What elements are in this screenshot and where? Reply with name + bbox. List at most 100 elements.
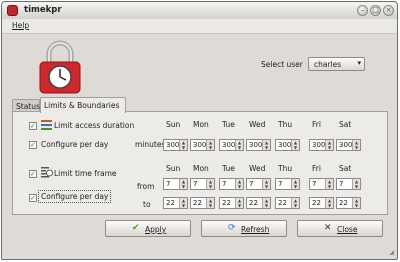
spinner-arrows-icon[interactable]: ▲ ▼ <box>325 140 333 150</box>
spinner-value: 300 <box>193 141 207 149</box>
spinner-arrows-icon[interactable]: ▲ ▼ <box>325 198 333 208</box>
spinner-arrows-icon[interactable]: ▲ ▼ <box>352 179 360 189</box>
day-header: Wed <box>249 120 266 129</box>
day-header: Thu <box>278 164 293 173</box>
duration-minutes-sat[interactable]: 300 ▲ ▼ <box>336 139 361 151</box>
duration-minutes-fri[interactable]: 300 ▲ ▼ <box>309 139 334 151</box>
spinner-arrows-icon[interactable]: ▲ ▼ <box>352 140 360 150</box>
spinner-arrows-icon[interactable]: ▲ ▼ <box>291 179 299 189</box>
spinner-arrows-icon[interactable]: ▲ ▼ <box>206 140 214 150</box>
spinner-arrows-icon[interactable]: ▲ ▼ <box>291 198 299 208</box>
spinner-value: 22 <box>312 199 321 207</box>
to-label: to <box>143 200 151 209</box>
spinner-value: 300 <box>312 141 326 149</box>
to-hour-sun[interactable]: 22 ▲ ▼ <box>163 197 188 209</box>
refresh-icon: ⟳ <box>228 223 236 233</box>
apply-button[interactable]: ✔ Apply <box>105 220 191 237</box>
spinner-arrows-icon[interactable]: ▲ ▼ <box>206 179 214 189</box>
spinner-arrows-icon[interactable]: ▲ ▼ <box>235 179 243 189</box>
spinner-value: 7 <box>166 180 171 188</box>
close-label: Close <box>337 225 358 234</box>
from-hour-mon[interactable]: 7 ▲ ▼ <box>190 178 215 190</box>
spinner-arrows-icon[interactable]: ▲ ▼ <box>262 198 270 208</box>
to-hour-tue[interactable]: 22 ▲ ▼ <box>219 197 244 209</box>
spinner-value: 22 <box>166 199 175 207</box>
day-header: Sat <box>339 120 352 129</box>
spinner-arrows-icon[interactable]: ▲ ▼ <box>352 198 360 208</box>
limit-access-duration-checkbox[interactable]: ✓ <box>29 122 37 130</box>
to-hour-sat[interactable]: 22 ▲ ▼ <box>336 197 361 209</box>
chevron-down-icon: ▾ <box>357 59 361 67</box>
spinner-value: 22 <box>339 199 348 207</box>
spinner-value: 22 <box>278 199 287 207</box>
close-window-button[interactable]: × <box>383 5 394 16</box>
to-hour-wed[interactable]: 22 ▲ ▼ <box>246 197 271 209</box>
minutes-label: minutes <box>135 140 166 149</box>
spinner-value: 7 <box>222 180 227 188</box>
window-title: timekpr <box>24 5 62 15</box>
from-hour-tue[interactable]: 7 ▲ ▼ <box>219 178 244 190</box>
menu-help[interactable]: Help <box>12 21 29 30</box>
title-bar[interactable]: timekpr – □ × <box>2 2 397 20</box>
apply-label: Apply <box>145 225 167 234</box>
day-header: Tue <box>222 120 235 129</box>
spinner-arrows-icon[interactable]: ▲ ▼ <box>179 179 187 189</box>
duration-minutes-wed[interactable]: 300 ▲ ▼ <box>246 139 271 151</box>
to-hour-thu[interactable]: 22 ▲ ▼ <box>275 197 300 209</box>
duration-minutes-mon[interactable]: 300 ▲ ▼ <box>190 139 215 151</box>
spinner-value: 7 <box>339 180 344 188</box>
maximize-button[interactable]: □ <box>370 5 381 16</box>
close-button[interactable]: ✕ Close <box>297 220 383 237</box>
spinner-arrows-icon[interactable]: ▲ ▼ <box>235 140 243 150</box>
configure-per-day-timeframe-label: Configure per day <box>38 190 112 203</box>
checkmark-icon: ✔ <box>132 223 140 233</box>
from-hour-wed[interactable]: 7 ▲ ▼ <box>246 178 271 190</box>
spinner-arrows-icon[interactable]: ▲ ▼ <box>179 140 187 150</box>
day-header: Tue <box>222 164 235 173</box>
user-select[interactable]: charles ▾ <box>308 57 365 71</box>
to-hour-fri[interactable]: 22 ▲ ▼ <box>309 197 334 209</box>
limits-panel: ✓ Limit access duration ✓ Configure per … <box>12 111 388 215</box>
from-hour-sat[interactable]: 7 ▲ ▼ <box>336 178 361 190</box>
day-header: Thu <box>278 120 293 129</box>
spinner-value: 22 <box>249 199 258 207</box>
from-hour-fri[interactable]: 7 ▲ ▼ <box>309 178 334 190</box>
spinner-value: 7 <box>312 180 317 188</box>
configure-per-day-timeframe-checkbox[interactable]: ✓ <box>29 194 37 202</box>
duration-minutes-tue[interactable]: 300 ▲ ▼ <box>219 139 244 151</box>
spinner-arrows-icon[interactable]: ▲ ▼ <box>291 140 299 150</box>
spinner-arrows-icon[interactable]: ▲ ▼ <box>235 198 243 208</box>
from-hour-thu[interactable]: 7 ▲ ▼ <box>275 178 300 190</box>
configure-per-day-duration-checkbox[interactable]: ✓ <box>29 141 37 149</box>
duration-minutes-sun[interactable]: 300 ▲ ▼ <box>163 139 188 151</box>
user-select-value: charles <box>314 60 342 69</box>
duration-minutes-thu[interactable]: 300 ▲ ▼ <box>275 139 300 151</box>
refresh-label: Refresh <box>241 225 270 234</box>
spinner-value: 300 <box>222 141 236 149</box>
day-header: Fri <box>312 164 321 173</box>
limit-time-frame-checkbox[interactable]: ✓ <box>29 170 37 178</box>
day-header: Fri <box>312 120 321 129</box>
app-window: timekpr – □ × Help Select user charles ▾… <box>1 1 398 260</box>
day-header: Wed <box>249 164 266 173</box>
padlock-icon <box>7 5 18 16</box>
spinner-arrows-icon[interactable]: ▲ ▼ <box>206 198 214 208</box>
minimize-button[interactable]: – <box>357 5 368 16</box>
day-header: Sun <box>166 164 181 173</box>
spinner-arrows-icon[interactable]: ▲ ▼ <box>262 179 270 189</box>
spinner-value: 7 <box>193 180 198 188</box>
spinner-arrows-icon[interactable]: ▲ ▼ <box>325 179 333 189</box>
resize-grip-icon[interactable]: ◢ <box>389 249 394 256</box>
tab-limits-boundaries[interactable]: Limits & Boundaries <box>40 97 126 113</box>
spinner-arrows-icon[interactable]: ▲ ▼ <box>179 198 187 208</box>
spinner-value: 300 <box>166 141 180 149</box>
refresh-button[interactable]: ⟳ Refresh <box>201 220 287 237</box>
from-hour-sun[interactable]: 7 ▲ ▼ <box>163 178 188 190</box>
from-label: from <box>137 182 155 191</box>
padlock-clock-icon <box>39 40 81 94</box>
day-header: Mon <box>193 164 209 173</box>
spinner-arrows-icon[interactable]: ▲ ▼ <box>262 140 270 150</box>
bars-icon <box>41 120 52 130</box>
menu-bar: Help <box>2 19 397 34</box>
to-hour-mon[interactable]: 22 ▲ ▼ <box>190 197 215 209</box>
